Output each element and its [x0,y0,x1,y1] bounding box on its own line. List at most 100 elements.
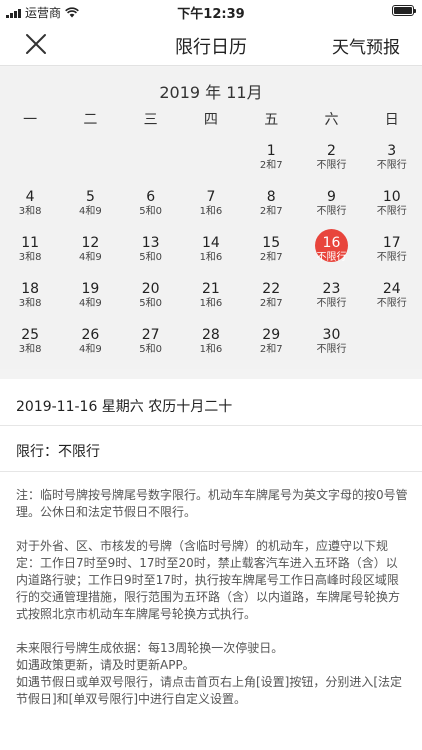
day-restriction: 不限行 [376,160,407,171]
day-restriction: 1和6 [199,252,223,263]
calendar-day[interactable]: 23 不限行 [301,281,361,327]
calendar-day[interactable]: 10 不限行 [362,189,422,235]
day-restriction: 4和9 [79,252,102,263]
day-number: 28 [202,327,220,343]
calendar-day[interactable]: 7 1和6 [181,189,241,235]
calendar-day[interactable]: 14 1和6 [181,235,241,281]
day-restriction: 4和9 [79,206,102,217]
calendar-empty-cell [121,143,181,189]
status-bar: 运营商 下午12:39 [0,0,422,22]
day-restriction: 4和9 [79,298,102,309]
day-number: 3 [387,143,397,159]
calendar-empty-cell [60,143,120,189]
weekday-label: 四 [203,112,218,128]
weekday-label: 三 [143,112,158,128]
day-number: 8 [266,189,276,205]
day-restriction: 3和8 [18,206,42,217]
calendar-day[interactable]: 8 2和7 [241,189,301,235]
calendar-day[interactable]: 20 5和0 [121,281,181,327]
calendar-day[interactable]: 11 3和8 [0,235,60,281]
calendar-day[interactable]: 16 不限行 [301,229,361,281]
day-restriction: 不限行 [316,252,347,263]
calendar-day[interactable]: 5 4和9 [60,189,120,235]
calendar-week-row: 11 3和8 12 4和9 13 5和0 14 1和6 15 2和7 16 不限行 17 不限行 [0,229,422,281]
day-number: 26 [81,327,100,343]
calendar-day[interactable]: 3 不限行 [362,143,422,189]
day-restriction: 5和0 [139,206,163,217]
day-number: 21 [202,281,220,297]
day-restriction: 不限行 [316,298,347,309]
calendar-empty-cell [362,327,422,373]
calendar-week-row: 4 3和8 5 4和9 6 5和0 7 1和6 8 2和7 9 不限行 10 不限行 [0,189,422,235]
weekday-label: 二 [83,112,98,128]
calendar-day[interactable]: 17 不限行 [362,235,422,281]
day-restriction: 5和0 [139,298,163,309]
weather-forecast-button[interactable]: 天气预报 [332,33,400,58]
day-restriction: 不限行 [316,160,347,171]
weekday-label: 六 [324,112,339,128]
calendar-week-row: 25 3和8 26 4和9 27 5和0 28 1和6 29 2和7 30 不限行 [0,327,422,373]
weekday-label: 五 [264,112,279,128]
day-number: 15 [262,235,281,251]
calendar-day[interactable]: 12 4和9 [60,235,120,281]
calendar-day[interactable]: 30 不限行 [301,327,361,373]
day-number: 29 [262,327,281,343]
day-number: 7 [206,189,216,205]
day-restriction: 1和6 [199,344,223,355]
day-restriction: 2和7 [259,344,283,355]
calendar-day[interactable]: 6 5和0 [121,189,181,235]
calendar-day[interactable]: 25 3和8 [0,327,60,373]
month-title: 2019 年 11月 [159,83,263,102]
day-restriction: 5和0 [139,252,163,263]
day-restriction: 2和7 [259,206,283,217]
day-restriction: 不限行 [316,206,347,217]
notes: 注：临时号牌按号牌尾号数字限行。机动车车牌尾号为英文字母的按0号管理。公休日和法… [16,487,408,708]
day-number: 17 [382,235,401,251]
day-number: 18 [21,281,40,297]
day-number: 9 [327,189,336,205]
calendar-day[interactable]: 19 4和9 [60,281,120,327]
calendar-day[interactable]: 29 2和7 [241,327,301,373]
calendar-day[interactable]: 18 3和8 [0,281,60,327]
day-restriction: 1和6 [199,206,223,217]
weekday-label: 日 [384,112,399,128]
calendar-day[interactable]: 1 2和7 [241,143,301,189]
calendar-week-row: 1 2和7 2 不限行 3 不限行 [0,143,422,189]
day-restriction: 4和9 [79,344,102,355]
calendar-week-row: 18 3和8 19 4和9 20 5和0 21 1和6 22 2和7 23 不限行 24 不限行 [0,281,422,327]
detail-panel: 2019-11-16 星期六 农历十月二十 限行：不限行 注：临时号牌按号牌尾号… [0,379,422,750]
day-number: 1 [266,143,276,159]
day-restriction: 2和7 [259,160,283,171]
calendar-grid: 1 2和7 2 不限行 3 不限行 4 3和8 5 4和9 6 5和0 7 1和6 8 2和7 9 不限行 10 不限… [0,143,422,373]
day-restriction: 3和8 [18,252,42,263]
battery-icon [392,5,416,16]
calendar: 2019 年 11月 一 二 三 四 五 六 日 1 2和7 2 不限行 3 不限行 4 3和… [0,67,422,369]
day-restriction: 2和7 [259,252,283,263]
day-restriction: 5和0 [139,344,163,355]
divider [0,425,422,426]
calendar-day[interactable]: 21 1和6 [181,281,241,327]
note-temporary-plate: 注：临时号牌按号牌尾号数字限行。机动车车牌尾号为英文字母的按0号管理。公休日和法… [16,488,408,519]
day-number: 6 [146,189,156,205]
note-nonlocal-vehicles: 对于外省、区、市核发的号牌（含临时号牌）的机动车，应遵守以下规定：工作日7时至9… [16,539,401,621]
calendar-day[interactable]: 28 1和6 [181,327,241,373]
calendar-day[interactable]: 26 4和9 [60,327,120,373]
calendar-day[interactable]: 15 2和7 [241,235,301,281]
calendar-day[interactable]: 13 5和0 [121,235,181,281]
day-number: 13 [141,235,160,251]
calendar-day[interactable]: 2 不限行 [301,143,361,189]
day-restriction: 1和6 [199,298,223,309]
calendar-empty-cell [181,143,241,189]
calendar-day[interactable]: 22 2和7 [241,281,301,327]
calendar-day[interactable]: 24 不限行 [362,281,422,327]
calendar-day[interactable]: 4 3和8 [0,189,60,235]
day-number: 27 [141,327,160,343]
weekday-label: 一 [23,112,38,128]
day-number: 22 [262,281,281,297]
note-settings-hint: 如遇节假日或单双号限行，请点击首页右上角[设置]按钮，分别进入[法定节假日]和[… [16,675,403,706]
day-restriction: 不限行 [316,344,347,355]
day-number: 5 [85,189,95,205]
calendar-day[interactable]: 27 5和0 [121,327,181,373]
day-restriction: 不限行 [376,206,407,217]
day-number: 14 [202,235,220,251]
